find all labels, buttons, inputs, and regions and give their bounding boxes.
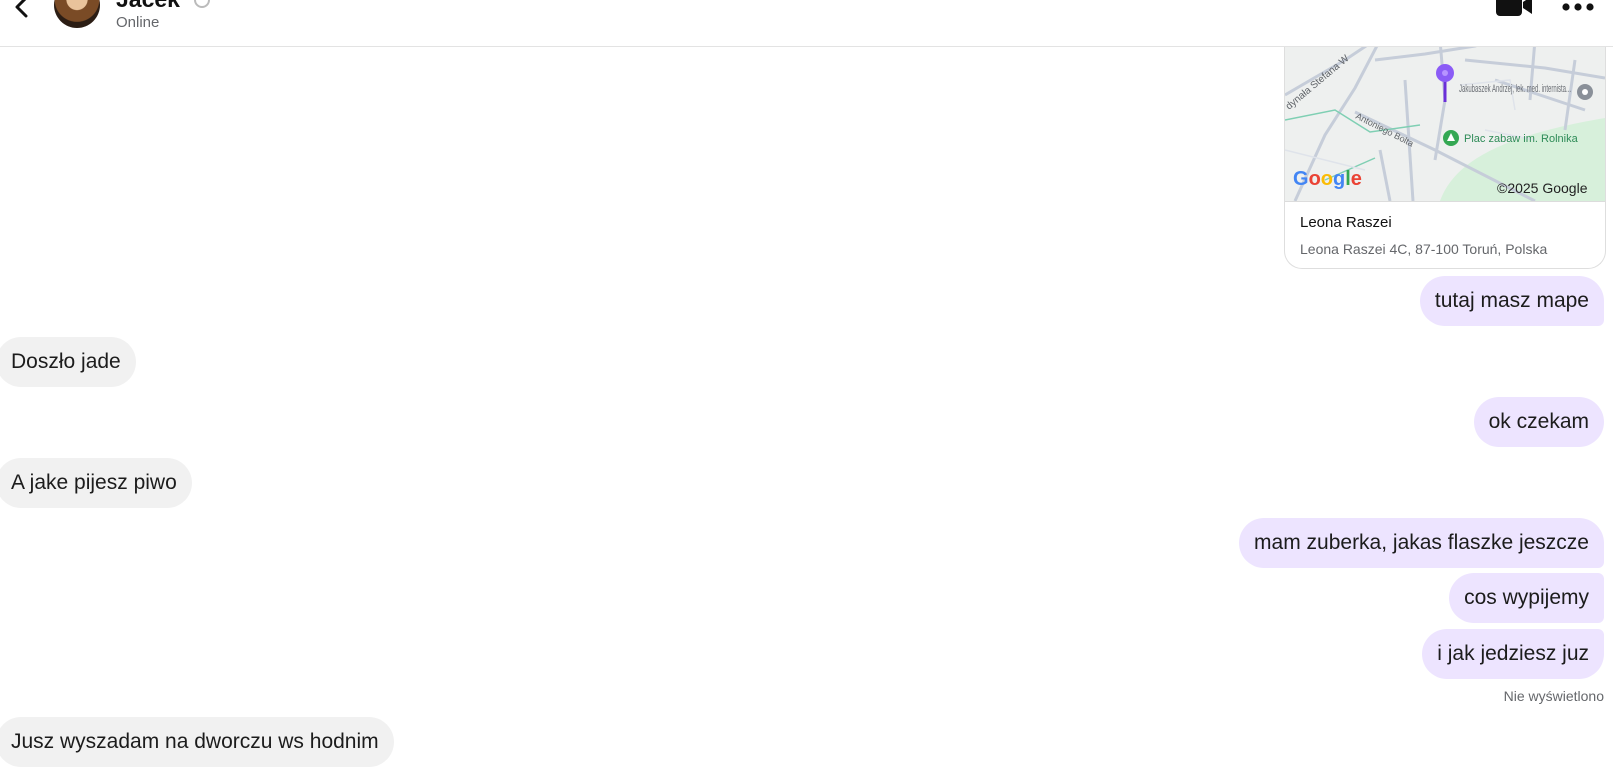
park-marker-icon (1443, 130, 1459, 146)
message-bubble-outgoing[interactable]: tutaj masz mape (1419, 276, 1604, 326)
message-text: Jusz wyszadam na dworczu ws hodnim (11, 730, 379, 753)
contact-name[interactable]: Jacek (116, 0, 180, 13)
message-bubble-outgoing[interactable]: ok czekam (1473, 397, 1604, 447)
message-text: Doszło jade (11, 350, 121, 373)
location-share-card[interactable]: dynała Stefana W Antoniego Bolta Jakubas… (1284, 40, 1606, 269)
map-copyright: ©2025 Google (1497, 180, 1588, 196)
message-text: tutaj masz mape (1434, 289, 1589, 312)
message-text: i jak jedziesz juz (1437, 642, 1589, 665)
read-receipt: Nie wyświetlono (1503, 688, 1604, 704)
chat-header: Jacek Online (0, 0, 1613, 47)
message-bubble-outgoing[interactable]: mam zuberka, jakas flaszke jeszcze (1239, 518, 1604, 568)
location-title: Leona Raszei (1300, 214, 1392, 231)
status-dot-icon (194, 0, 210, 8)
svg-text:Google: Google (1293, 168, 1362, 190)
street-label: dynała Stefana W (1285, 53, 1352, 113)
message-bubble-outgoing[interactable]: cos wypijemy (1449, 573, 1604, 623)
contact-avatar[interactable] (54, 0, 100, 28)
map-preview[interactable]: dynała Stefana W Antoniego Bolta Jakubas… (1285, 40, 1605, 203)
message-bubble-incoming[interactable]: Jusz wyszadam na dworczu ws hodnim (0, 717, 394, 767)
location-pin-icon (1436, 64, 1454, 102)
back-button[interactable] (6, 0, 36, 24)
message-text: ok czekam (1488, 410, 1589, 433)
location-address: Leona Raszei 4C, 87-100 Toruń, Polska (1300, 241, 1548, 257)
location-details[interactable]: Leona Raszei Leona Raszei 4C, 87-100 Tor… (1285, 201, 1605, 268)
video-call-button[interactable] (1496, 0, 1534, 18)
message-text: mam zuberka, jakas flaszke jeszcze (1254, 531, 1589, 554)
video-camera-icon (1496, 0, 1532, 16)
message-text: cos wypijemy (1464, 586, 1589, 609)
ellipsis-icon (1562, 3, 1594, 11)
message-bubble-incoming[interactable]: A jake pijesz piwo (0, 458, 192, 508)
poi-doctor-label: Jakubaszek Andrzej, lek. med. internista… (1459, 83, 1571, 95)
poi-park-label: Plac zabaw im. Rolnika (1464, 133, 1579, 145)
chevron-left-icon (15, 0, 28, 18)
message-bubble-outgoing[interactable]: i jak jedziesz juz (1422, 629, 1604, 679)
message-bubble-incoming[interactable]: Doszło jade (0, 337, 136, 387)
more-options-button[interactable] (1560, 0, 1596, 16)
message-text: A jake pijesz piwo (11, 471, 177, 494)
google-logo: Google (1293, 168, 1362, 190)
contact-status: Online (116, 14, 160, 31)
poi-marker-icon (1577, 84, 1593, 100)
